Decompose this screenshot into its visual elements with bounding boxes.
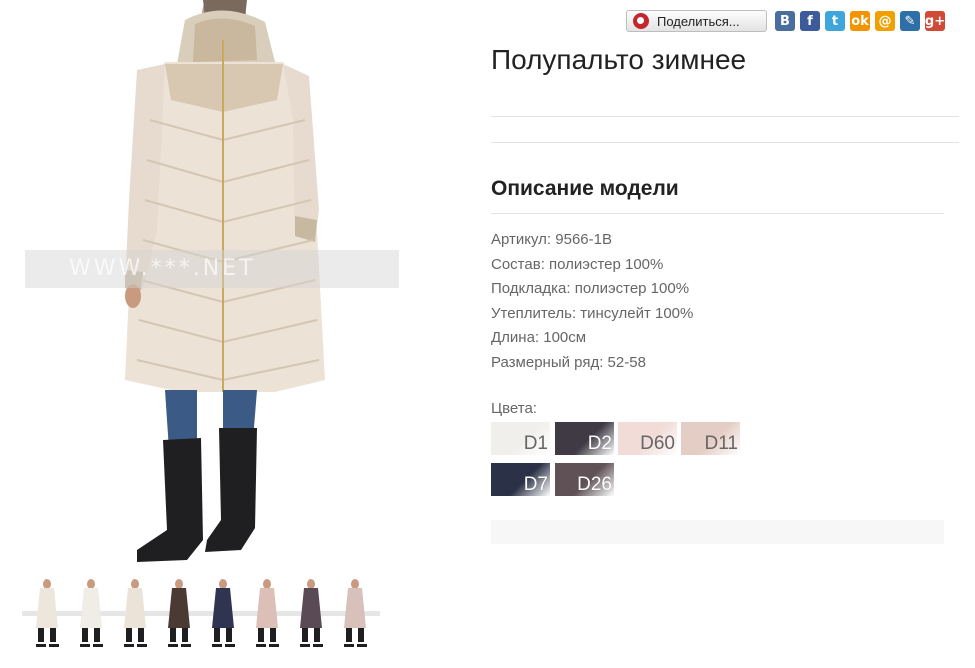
mailru-icon[interactable]: @ [875,11,895,31]
spec-article: Артикул: 9566-1B [491,231,612,248]
color-swatch[interactable]: D1 [491,422,550,455]
product-thumbnail[interactable] [286,578,336,650]
product-thumbnail[interactable] [22,578,72,650]
product-thumbnail[interactable] [66,578,116,650]
color-code: D1 [523,433,548,454]
twitter-icon[interactable]: t [825,11,845,31]
share-logo-icon [633,13,649,29]
share-services: Bf t ok @ ✎ g+ [775,11,950,31]
google-plus-icon[interactable]: g+ [925,11,945,31]
color-code: D7 [523,474,548,495]
product-title: Полупальто зимнее [491,44,747,75]
divider [491,213,944,214]
color-code: D2 [587,433,612,454]
share-button-label: Поделиться... [657,13,740,29]
product-thumbnail[interactable] [154,578,204,650]
vk-icon[interactable]: B [775,11,795,31]
share-button[interactable]: Поделиться... [626,10,767,32]
color-code: D11 [704,433,738,454]
spec-insulation: Утеплитель: тинсулейт 100% [491,304,694,322]
spec-lining: Подкладка: полиэстер 100% [491,280,690,297]
color-code: D60 [640,433,675,454]
product-thumbnail[interactable] [110,578,160,650]
color-swatch[interactable]: D7 [491,463,550,496]
color-swatch[interactable]: D26 [555,463,614,496]
image-watermark: WWW.***.NET [25,250,399,288]
color-code: D26 [577,474,612,495]
livejournal-icon[interactable]: ✎ [900,11,920,31]
product-thumbnail[interactable] [242,578,292,650]
facebook-icon[interactable]: f [800,11,820,31]
divider [491,142,959,143]
product-main-image[interactable]: WWW.***.NET [25,0,399,568]
share-bar: Поделиться... Bf t ok @ ✎ g+ [626,9,950,33]
product-thumbnail[interactable] [198,578,248,650]
color-swatch[interactable]: D11 [681,422,740,455]
thumbnail-strip [22,578,399,650]
spec-composition: Состав: полиэстер 100% [491,255,664,273]
color-swatch[interactable]: D60 [618,422,677,455]
color-swatch[interactable]: D2 [555,422,614,455]
description-heading: Описание модели [491,177,679,200]
odnoklassniki-icon[interactable]: ok [850,11,870,31]
info-panel [491,520,944,544]
product-thumbnail[interactable] [330,578,380,650]
product-specs: Артикул: 9566-1B Состав: полиэстер 100% … [491,228,693,375]
spec-size-range: Размерный ряд: 52-58 [491,353,646,371]
spec-length: Длина: 100см [491,329,587,346]
colors-label: Цвета: [491,400,537,417]
divider [491,116,959,117]
